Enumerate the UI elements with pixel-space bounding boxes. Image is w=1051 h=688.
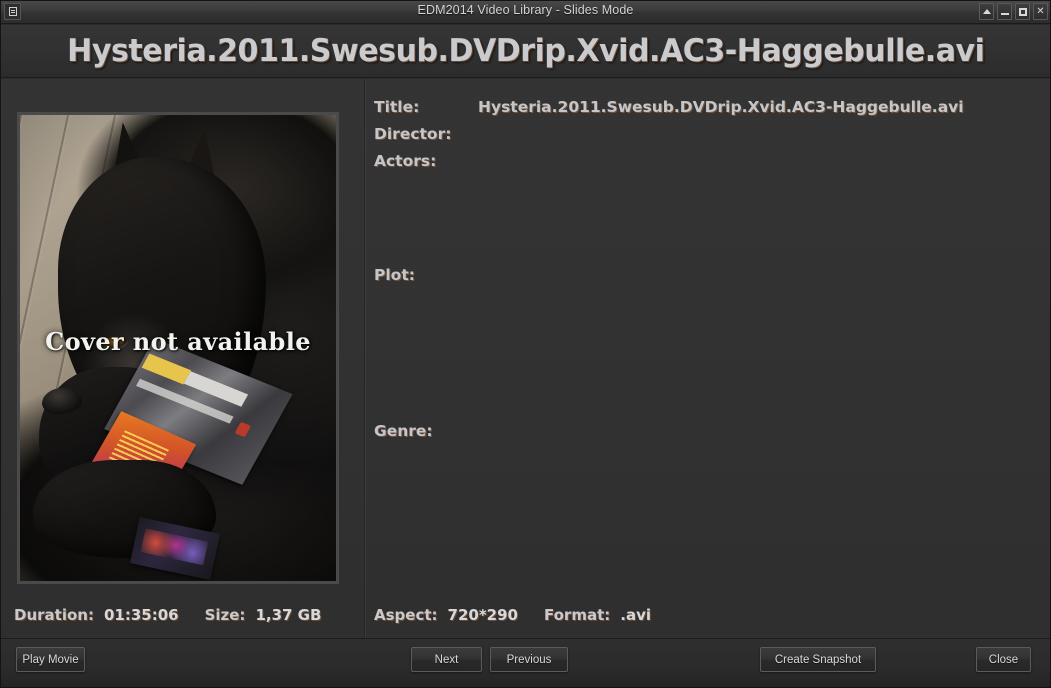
actors-label: Actors: xyxy=(374,152,437,170)
file-info-left: Duration: 01:35:06 Size: 1,37 GB xyxy=(14,606,337,624)
format-label: Format: xyxy=(543,606,611,624)
duration-label: Duration: xyxy=(14,606,94,624)
actors-spacer xyxy=(374,179,1034,266)
page-header: Hysteria.2011.Swesub.DVDrip.Xvid.AC3-Hag… xyxy=(0,25,1051,78)
rollup-button[interactable] xyxy=(979,3,994,20)
plot-label: Plot: xyxy=(374,266,415,284)
close-window-button[interactable]: ✕ xyxy=(1033,3,1048,20)
title-value: Hysteria.2011.Swesub.DVDrip.Xvid.AC3-Hag… xyxy=(478,98,964,116)
field-actors: Actors: xyxy=(374,152,1034,170)
close-button[interactable]: Close xyxy=(976,647,1031,672)
aspect-label: Aspect: xyxy=(374,606,438,624)
title-bar: EDM2014 Video Library - Slides Mode ✕ xyxy=(0,0,1051,24)
aspect-value: 720*290 xyxy=(447,606,518,624)
director-label: Director: xyxy=(374,125,452,143)
x-icon: ✕ xyxy=(1036,5,1045,17)
plot-spacer xyxy=(374,293,1034,422)
column-divider xyxy=(364,79,366,638)
play-movie-button[interactable]: Play Movie xyxy=(16,647,85,672)
minimize-button[interactable] xyxy=(997,3,1012,20)
metadata-fields: Title: Hysteria.2011.Swesub.DVDrip.Xvid.… xyxy=(374,98,1034,449)
field-title: Title: Hysteria.2011.Swesub.DVDrip.Xvid.… xyxy=(374,98,1034,116)
content-panel: Cover not available Title: Hysteria.2011… xyxy=(0,79,1051,638)
page-title: Hysteria.2011.Swesub.DVDrip.Xvid.AC3-Hag… xyxy=(66,33,985,69)
format-value: .avi xyxy=(620,606,651,624)
duration-value: 01:35:06 xyxy=(103,606,179,624)
cover-art-frame[interactable]: Cover not available xyxy=(17,112,339,584)
footer-toolbar: Play Movie Next Previous Create Snapshot… xyxy=(0,638,1051,688)
file-info-right: Aspect: 720*290 Format: .avi xyxy=(374,606,667,624)
title-label: Title: xyxy=(374,98,420,116)
previous-button[interactable]: Previous xyxy=(490,647,568,672)
genre-label: Genre: xyxy=(374,422,433,440)
maximize-button[interactable] xyxy=(1015,3,1030,20)
next-button[interactable]: Next xyxy=(411,647,482,672)
video-library-window: EDM2014 Video Library - Slides Mode ✕ Hy… xyxy=(0,0,1051,688)
field-director: Director: xyxy=(374,125,1034,143)
field-genre: Genre: xyxy=(374,422,1034,440)
window-controls: ✕ xyxy=(979,3,1048,20)
field-plot: Plot: xyxy=(374,266,1034,284)
cover-art-image: Cover not available xyxy=(20,115,336,581)
create-snapshot-button[interactable]: Create Snapshot xyxy=(760,647,876,672)
size-label: Size: xyxy=(204,606,246,624)
cover-not-available-caption: Cover not available xyxy=(45,327,311,357)
size-value: 1,37 GB xyxy=(255,606,322,624)
window-title: EDM2014 Video Library - Slides Mode xyxy=(417,3,634,17)
